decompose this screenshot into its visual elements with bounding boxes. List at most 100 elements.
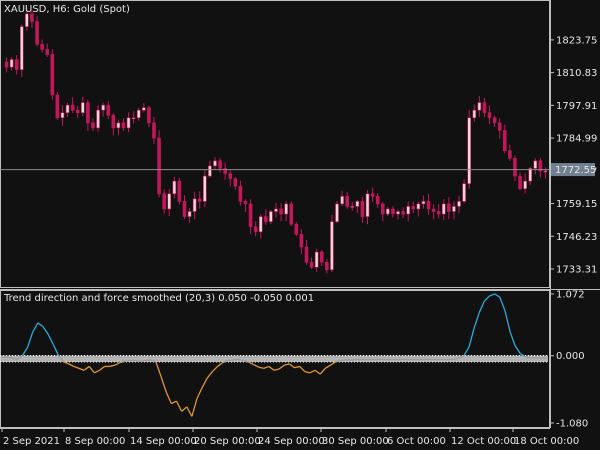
candle — [19, 24, 24, 77]
indicator-segment — [294, 365, 300, 369]
indicator-segment — [37, 322, 44, 328]
candle — [360, 196, 365, 223]
indicator-segment — [463, 346, 470, 356]
indicator-segment — [263, 365, 270, 369]
candle — [441, 199, 446, 221]
indicator-segment — [206, 371, 213, 379]
candle — [365, 190, 370, 225]
price-tick-label: 1797.91 — [556, 101, 597, 112]
candle — [447, 197, 451, 220]
candle — [482, 97, 487, 118]
candle — [269, 209, 273, 225]
candle — [380, 201, 385, 222]
candle — [131, 111, 136, 124]
indicator-segment — [47, 334, 54, 345]
time-tick-label: 8 Sep 00:00 — [65, 436, 125, 447]
candle — [70, 97, 75, 113]
time-tick-label: 24 Sep 00:00 — [258, 436, 325, 447]
indicator-segment — [273, 368, 280, 371]
indicator-segment — [304, 370, 311, 374]
candle — [75, 105, 80, 118]
indicator-segment — [88, 366, 95, 374]
price-tick-label: 1759.15 — [556, 199, 597, 210]
indicator-segment — [340, 359, 346, 362]
candle — [167, 189, 172, 217]
candle — [431, 204, 436, 220]
candle — [487, 105, 492, 125]
candle — [218, 157, 222, 173]
indicator-segment — [324, 364, 331, 369]
candle — [157, 130, 161, 198]
indicator-segment — [489, 293, 495, 297]
candle — [518, 172, 522, 191]
indicator-segment — [21, 346, 29, 356]
candle — [147, 105, 151, 128]
indicator-segment — [83, 365, 90, 371]
candle — [355, 199, 360, 213]
candle — [81, 96, 85, 117]
candle — [436, 204, 441, 219]
candle — [513, 155, 517, 182]
indicator-segment — [94, 369, 100, 374]
price-axis: 1823.751810.831797.911784.991772.071759.… — [550, 35, 597, 275]
candle — [65, 102, 70, 118]
indicator-segment — [109, 364, 116, 368]
candle — [340, 190, 344, 206]
candle — [55, 92, 60, 120]
indicator-pane[interactable]: Trend direction and force smoothed (20,3… — [0, 290, 588, 430]
candle — [243, 199, 248, 212]
candle — [284, 200, 288, 222]
indicator-segment — [42, 326, 49, 335]
indicator-segment — [499, 296, 506, 311]
indicator-segment — [78, 367, 85, 371]
candle — [136, 107, 141, 121]
indicator-segment — [68, 363, 75, 368]
indicator-segment — [468, 327, 475, 348]
indicator-segment — [114, 362, 121, 366]
candle — [538, 157, 543, 178]
candle — [162, 189, 166, 214]
indicator-segment — [309, 369, 316, 374]
candle — [91, 118, 95, 131]
candle — [258, 214, 263, 239]
candle — [294, 222, 299, 236]
indicator-segment — [140, 360, 146, 362]
candle — [304, 239, 309, 265]
candle — [96, 105, 100, 132]
candle — [279, 203, 283, 222]
candle — [416, 201, 421, 217]
candle — [182, 194, 187, 219]
time-tick-label: 20 Sep 00:00 — [194, 436, 261, 447]
indicator-segment — [478, 300, 486, 313]
trading-chart[interactable]: 1823.751810.831797.911784.991772.071759.… — [0, 0, 600, 450]
indicator-segment — [155, 361, 162, 377]
indicator-segment — [63, 361, 69, 365]
price-tick-label: 1733.31 — [556, 264, 597, 275]
indicator-segment — [509, 331, 516, 347]
indicator-segment — [227, 359, 234, 362]
candle — [350, 201, 355, 211]
candle — [421, 195, 426, 209]
main-pane[interactable]: 1823.751810.831797.911784.991772.071759.… — [0, 0, 597, 288]
time-tick-label: 18 Oct 00:00 — [514, 436, 579, 447]
indicator-segment — [217, 362, 224, 367]
indicator-segment — [99, 365, 106, 371]
indicator-tick-label: 0.000 — [556, 351, 585, 362]
indicator-segment — [165, 391, 172, 404]
time-tick-label: 12 Oct 00:00 — [451, 436, 516, 447]
indicator-segment — [191, 398, 198, 417]
candle — [111, 113, 116, 136]
indicator-segment — [160, 376, 167, 393]
candle — [40, 39, 44, 53]
candle — [142, 103, 146, 113]
price-tick-label: 1746.23 — [556, 232, 597, 243]
indicator-levels — [0, 355, 548, 363]
indicator-segment — [52, 344, 60, 356]
indicator-segment — [289, 363, 295, 369]
candle — [228, 170, 233, 187]
main-pane-frame — [0, 0, 550, 288]
candle — [289, 201, 294, 226]
candle — [213, 157, 217, 170]
indicator-tick-label: 1.072 — [556, 290, 585, 301]
candle — [86, 99, 90, 131]
